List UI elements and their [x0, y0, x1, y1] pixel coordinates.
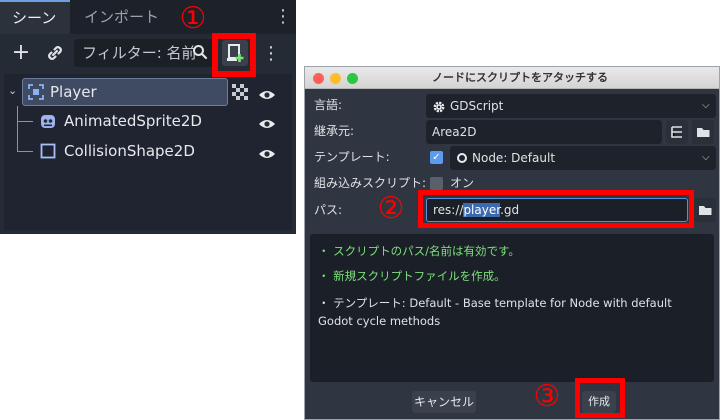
browse-path-button[interactable]	[694, 198, 716, 222]
minimize-window-button[interactable]	[330, 73, 341, 84]
validation-message: ・ スクリプトのパス/名前は有効です。	[318, 244, 520, 258]
tree-row-label: Player	[50, 83, 97, 101]
collision-shape-icon	[40, 143, 56, 159]
path-label: パス:	[314, 203, 343, 217]
instance-scene-button[interactable]	[42, 40, 68, 66]
add-node-button[interactable]: +	[8, 39, 34, 67]
highlight-box	[418, 190, 694, 228]
link-icon	[48, 46, 62, 60]
animated-sprite-icon	[40, 113, 56, 129]
chevron-down-icon: ⌵	[702, 100, 710, 111]
gear-icon	[432, 99, 446, 113]
builtin-script-checkbox[interactable]	[430, 177, 443, 190]
tree-row-label[interactable]: CollisionShape2D	[64, 141, 195, 161]
visibility-eye-icon[interactable]	[258, 115, 276, 128]
folder-button[interactable]	[692, 120, 714, 144]
step-number: ①	[179, 1, 207, 36]
highlight-box	[575, 378, 625, 418]
language-select[interactable]: GDScript	[426, 94, 716, 118]
step-number: ③	[533, 379, 561, 414]
plus-icon: +	[11, 40, 31, 65]
language-label: 言語:	[314, 98, 343, 112]
tree-guide-line	[17, 106, 18, 151]
highlight-box	[212, 33, 256, 77]
visibility-eye-icon[interactable]	[258, 86, 276, 99]
validation-message: ・ テンプレート: Default - Base template for No…	[318, 296, 672, 328]
chevron-down-icon: ⌵	[702, 152, 710, 163]
step-number: ②	[377, 191, 405, 226]
visibility-eye-icon[interactable]	[258, 145, 276, 158]
dialog-title: ノードにスクリプトをアタッチする	[432, 71, 608, 84]
class-tree-button[interactable]	[666, 120, 688, 144]
maximize-window-button[interactable]	[347, 73, 358, 84]
tab-menu-icon[interactable]: ⋮	[274, 8, 292, 28]
class-tree-icon	[671, 126, 682, 138]
tab-import[interactable]: インポート	[72, 0, 172, 34]
close-window-button[interactable]	[313, 73, 324, 84]
validation-message: ・ 新規スクリプトファイルを作成。	[318, 269, 506, 283]
inherits-label: 継承元:	[314, 124, 355, 138]
tree-guide-line	[17, 121, 33, 122]
tree-guide-line	[17, 151, 33, 152]
warning-pattern-icon[interactable]	[232, 84, 248, 100]
template-checkbox[interactable]: ✓	[430, 151, 443, 164]
area2d-icon	[28, 84, 44, 100]
collapse-chevron-icon[interactable]: ⌄	[8, 84, 20, 98]
search-icon	[192, 44, 208, 60]
template-select[interactable]: Node: Default	[450, 146, 716, 170]
cancel-button[interactable]: キャンセル	[412, 391, 476, 413]
node-circle-icon	[457, 153, 467, 163]
template-label: テンプレート:	[314, 150, 390, 164]
tree-row-label[interactable]: AnimatedSprite2D	[64, 111, 202, 131]
folder-icon	[699, 206, 712, 215]
tab-scene[interactable]: シーン	[0, 0, 70, 34]
inherits-input[interactable]: Area2D	[426, 120, 662, 144]
more-icon[interactable]: ⋮	[262, 42, 280, 66]
folder-icon	[697, 128, 710, 137]
